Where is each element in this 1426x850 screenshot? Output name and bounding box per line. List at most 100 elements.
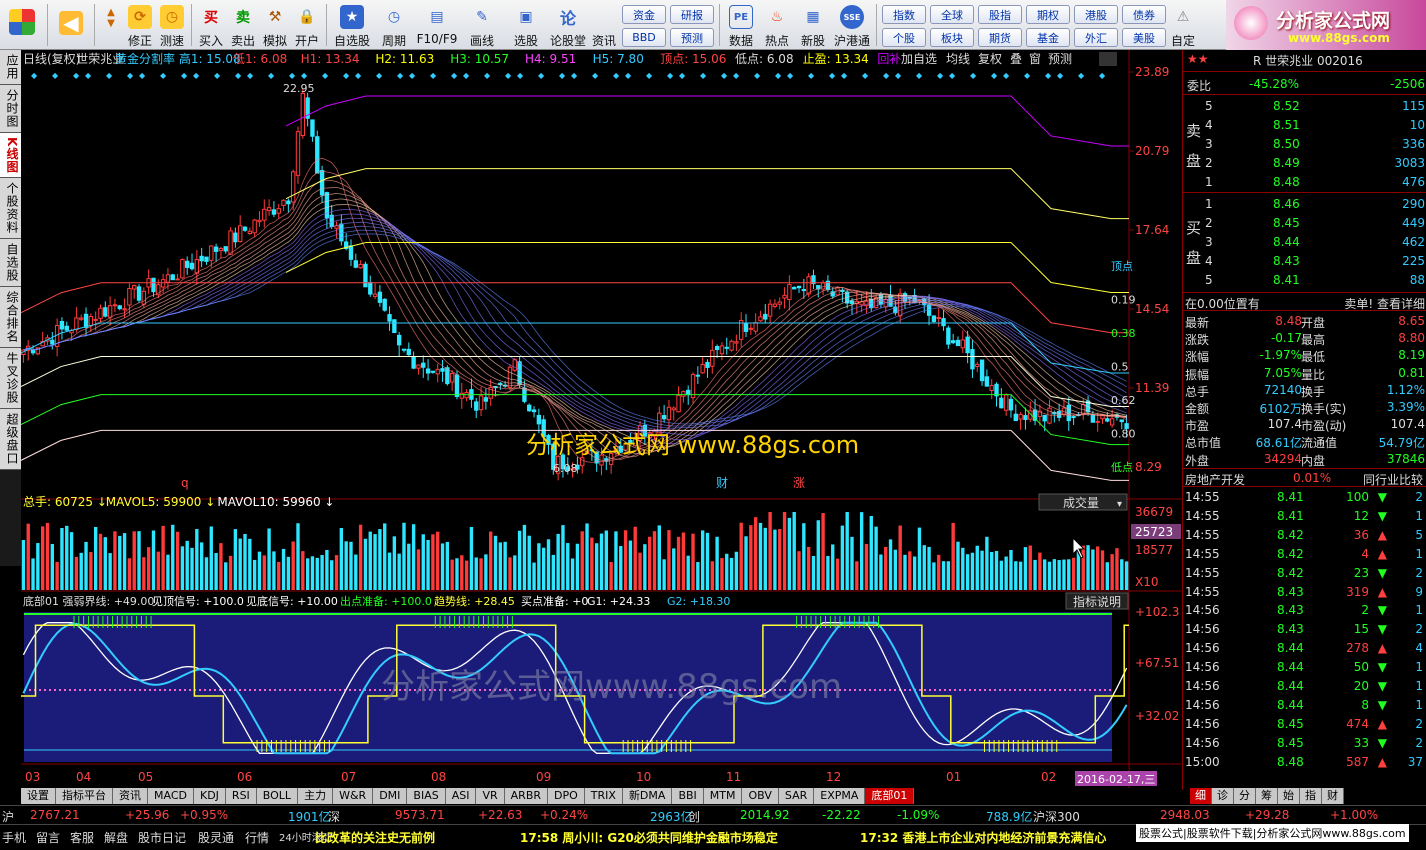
global-button[interactable]: 全球 — [930, 5, 974, 24]
indicator-tab-1[interactable]: 指标平台 — [56, 788, 113, 804]
side-tab-5[interactable]: 综合排名 — [0, 287, 21, 349]
quote-tab-2[interactable]: 分 — [1234, 788, 1256, 804]
sector-compare-link[interactable]: 同行业比较 — [1363, 471, 1423, 488]
toolbar-btn-open-account[interactable]: 🔒 开户 — [291, 0, 323, 50]
position-detail-link[interactable]: 卖单! 查看详细 — [1344, 295, 1425, 312]
kline-menu-0[interactable]: 加自选 — [901, 52, 937, 66]
quote-tab-3[interactable]: 筹 — [1256, 788, 1278, 804]
toolbar-btn-speed[interactable]: ◷ 测速 — [156, 0, 188, 50]
news-btn-0[interactable]: 手机 — [2, 829, 26, 846]
kline-menu-4[interactable]: 窗 — [1029, 52, 1041, 66]
index-button[interactable]: 指数 — [882, 5, 926, 24]
news-btn-3[interactable]: 解盘 — [104, 829, 128, 846]
indicator-tab-2[interactable]: 资讯 — [113, 788, 148, 804]
bbd-button[interactable]: BBD — [622, 28, 666, 47]
toolbar-btn-buy[interactable]: 买买入 — [195, 0, 227, 50]
news-btn-5[interactable]: 股灵通 — [198, 829, 234, 846]
side-tab-4[interactable]: 自选股 — [0, 239, 21, 288]
toolbar-btn-hot[interactable]: ♨ 热点 — [759, 0, 795, 50]
tick-time: 14:55 — [1185, 565, 1220, 580]
report-button[interactable]: 研报 — [670, 5, 714, 24]
indicator-tab-19[interactable]: OBV — [742, 788, 779, 804]
toolbar-btn-watchlist[interactable]: ★ 自选股 — [330, 0, 374, 50]
indicator-tab-11[interactable]: ASI — [445, 788, 477, 804]
us-stock-button[interactable]: 美股 — [1122, 28, 1166, 47]
side-tab-2[interactable]: K线图 — [0, 133, 21, 179]
toolbar-btn-simulate[interactable]: ⚒ 模拟 — [259, 0, 291, 50]
futures-button[interactable]: 期货 — [978, 28, 1022, 47]
news-right-link[interactable]: 股票公式|股票软件下载|分析家公式网www.88gs.com — [1136, 824, 1409, 842]
toolbar-btn-draw[interactable]: ✎ 画线 — [460, 0, 504, 50]
forecast-button[interactable]: 预测 — [670, 28, 714, 47]
indicator-tab-5[interactable]: RSI — [225, 788, 257, 804]
kline-chart-svg[interactable]: 日线(复权)世荣兆业黄金分割率 高1: 15.08低1: 6.08 H1: 13.… — [21, 50, 1181, 790]
hk-stock-button[interactable]: 港股 — [1074, 5, 1118, 24]
indicator-tab-22[interactable]: 底部01 — [865, 788, 915, 804]
stock-index-button[interactable]: 股指 — [978, 5, 1022, 24]
quote-tab-0[interactable]: 细 — [1190, 788, 1212, 804]
forex-button[interactable]: 外汇 — [1074, 28, 1118, 47]
side-tab-0[interactable]: 应用 — [0, 50, 21, 85]
indicator-tab-17[interactable]: BBI — [672, 788, 704, 804]
up-down-button[interactable]: ▲ ▼ — [98, 0, 124, 50]
quote-tab-6[interactable]: 财 — [1322, 788, 1344, 804]
indicator-tab-7[interactable]: 主力 — [298, 788, 334, 804]
back-button[interactable]: ◀ — [51, 0, 91, 50]
toolbar-btn-ipo[interactable]: ▦ 新股 — [795, 0, 831, 50]
toolbar-btn-fix[interactable]: ⟳ 修正 — [124, 0, 156, 50]
side-tab-3[interactable]: 个股资料 — [0, 178, 21, 240]
bond-button[interactable]: 债券 — [1122, 5, 1166, 24]
indicator-tab-12[interactable]: VR — [476, 788, 505, 804]
fund-button[interactable]: 基金 — [1026, 28, 1070, 47]
app-logo[interactable] — [0, 0, 44, 50]
scroll-right-icon[interactable] — [1099, 52, 1117, 66]
indicator-tab-3[interactable]: MACD — [148, 788, 194, 804]
news-btn-4[interactable]: 股市日记 — [138, 829, 186, 846]
stat-value: 72140 — [1263, 382, 1302, 397]
toolbar-btn-period[interactable]: ◷ 周期 — [374, 0, 414, 50]
side-tab-6[interactable]: 牛叉诊股 — [0, 348, 21, 410]
news-btn-1[interactable]: 留言 — [36, 829, 60, 846]
toolbar-btn-f10[interactable]: ▤ F10/F9 — [414, 0, 460, 50]
toolbar-btn-custom[interactable]: ⚠ 自定 — [1168, 0, 1198, 50]
toolbar-btn-hk-connect[interactable]: SSE 沪港通 — [831, 0, 873, 50]
indicator-tab-16[interactable]: 新DMA — [622, 788, 673, 804]
quote-tab-5[interactable]: 指 — [1300, 788, 1322, 804]
indicator-tab-15[interactable]: TRIX — [584, 788, 623, 804]
toolbar-btn-sell[interactable]: 卖卖出 — [227, 0, 259, 50]
indicator-tab-4[interactable]: KDJ — [193, 788, 226, 804]
volume-bar — [330, 560, 334, 590]
indicator-tab-18[interactable]: MTM — [703, 788, 743, 804]
indicator-tab-14[interactable]: DPO — [548, 788, 585, 804]
indicator-tab-6[interactable]: BOLL — [256, 788, 299, 804]
toolbar-btn-forum[interactable]: 论论股堂 — [548, 0, 588, 50]
news-item-2[interactable]: 17:32 香港上市企业对内地经济前景充满信心 — [860, 829, 1106, 846]
indicator-tab-20[interactable]: SAR — [778, 788, 815, 804]
funds-button[interactable]: 资金 — [622, 5, 666, 24]
indicator-tab-8[interactable]: W&R — [333, 788, 374, 804]
options-button[interactable]: 期权 — [1026, 5, 1070, 24]
news-item-1[interactable]: 17:58 周小川: G20必须共同维护金融市场稳定 — [520, 829, 778, 846]
toolbar-btn-data[interactable]: PE 数据 — [723, 0, 759, 50]
indicator-tab-0[interactable]: 设置 — [21, 788, 56, 804]
candle-body — [271, 209, 277, 215]
quote-tab-1[interactable]: 诊 — [1212, 788, 1234, 804]
stock-button[interactable]: 个股 — [882, 28, 926, 47]
kline-menu-2[interactable]: 复权 — [978, 52, 1002, 66]
side-tab-1[interactable]: 分时图 — [0, 85, 21, 133]
kline-menu-3[interactable]: 叠 — [1010, 52, 1022, 66]
side-tab-7[interactable]: 超级盘口 — [0, 409, 21, 471]
news-item-0[interactable]: 比改革的关注史无前例 — [315, 829, 435, 846]
toolbar-btn-news[interactable]: 资讯 — [588, 0, 620, 50]
kline-menu-1[interactable]: 均线 — [946, 52, 970, 66]
indicator-tab-13[interactable]: ARBR — [504, 788, 549, 804]
kline-menu-5[interactable]: 预测 — [1048, 52, 1072, 66]
news-btn-6[interactable]: 行情 — [245, 829, 269, 846]
indicator-tab-21[interactable]: EXPMA — [814, 788, 866, 804]
quote-tab-4[interactable]: 始 — [1278, 788, 1300, 804]
news-btn-2[interactable]: 客服 — [70, 829, 94, 846]
indicator-tab-10[interactable]: BIAS — [407, 788, 446, 804]
indicator-tab-9[interactable]: DMI — [373, 788, 408, 804]
sector-button[interactable]: 板块 — [930, 28, 974, 47]
toolbar-btn-screen[interactable]: ▣ 选股 — [504, 0, 548, 50]
